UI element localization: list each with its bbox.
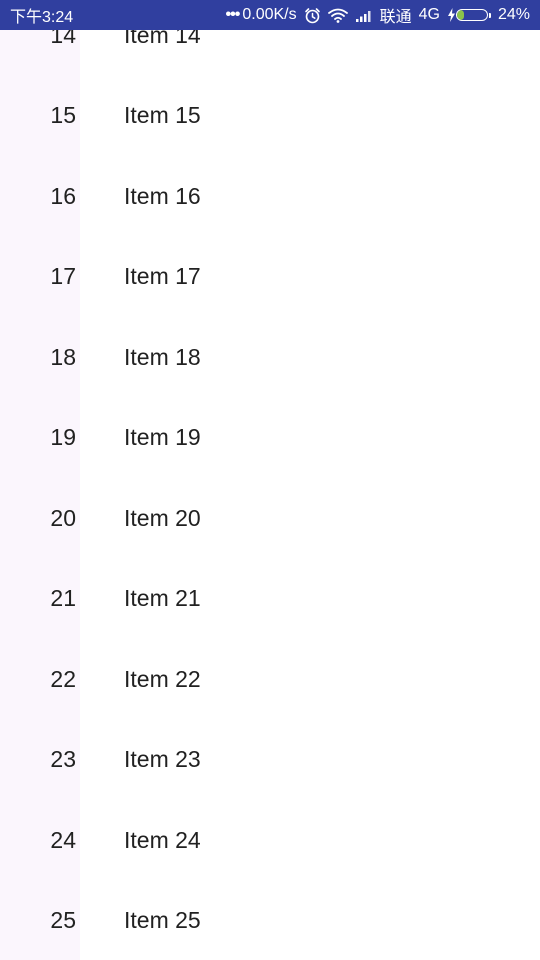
list-item-label: Item 24 (124, 826, 201, 853)
list-item-number: 18 (50, 343, 76, 370)
list-item-label: Item 16 (124, 182, 201, 209)
list-item[interactable]: 20 Item 20 (0, 478, 540, 559)
battery-indicator (447, 8, 491, 22)
list-item[interactable]: 19 Item 19 (0, 398, 540, 479)
list-item[interactable]: 21 Item 21 (0, 559, 540, 640)
list-item-label: Item 21 (124, 585, 201, 612)
list-item-number: 23 (50, 746, 76, 773)
list-item-number: 20 (50, 504, 76, 531)
signal-bars-icon (355, 9, 373, 22)
list-item[interactable]: 16 Item 16 (0, 156, 540, 237)
list-item-number: 19 (50, 424, 76, 451)
battery-icon (455, 9, 488, 21)
list-item[interactable]: 23 Item 23 (0, 720, 540, 801)
status-bar: 下午3:24 ••• 0.00K/s 联通 4G 24% (0, 0, 540, 30)
list-item-label: Item 23 (124, 746, 201, 773)
net-speed: 0.00K/s (242, 6, 297, 23)
list-item[interactable]: 24 Item 24 (0, 800, 540, 881)
list-item-label: Item 17 (124, 263, 201, 290)
list-item-label: Item 18 (124, 343, 201, 370)
notification-dots: ••• (225, 6, 241, 23)
list-item-label: Item 25 (124, 907, 201, 934)
list-item-number: 17 (50, 263, 76, 290)
wifi-icon (327, 8, 348, 23)
list-item-label: Item 20 (124, 504, 201, 531)
item-list[interactable]: 14 Item 14 15 Item 15 16 Item 16 17 Item 17 18 It… (0, 0, 540, 960)
list-item-number: 16 (50, 182, 76, 209)
list-item[interactable]: 17 Item 17 (0, 237, 540, 318)
charging-bolt-icon (447, 8, 456, 22)
battery-fill (456, 10, 465, 20)
list-item[interactable]: 25 Item 25 (0, 881, 540, 960)
list-item-number: 15 (50, 102, 76, 129)
list-item-label: Item 22 (124, 665, 201, 692)
status-right: ••• 0.00K/s 联通 4G 24% (226, 3, 530, 27)
list-item[interactable]: 15 Item 15 (0, 76, 540, 157)
list-item-number: 25 (50, 907, 76, 934)
carrier-name: 联通 (379, 9, 412, 26)
alarm-clock-icon (304, 7, 321, 24)
list-item-number: 24 (50, 826, 76, 853)
list-item[interactable]: 18 Item 18 (0, 317, 540, 398)
status-left: 下午3:24 (10, 3, 73, 27)
battery-tip (488, 12, 491, 18)
list-item-label: Item 15 (124, 102, 201, 129)
list-item-label: Item 19 (124, 424, 201, 451)
list-item[interactable]: 22 Item 22 (0, 639, 540, 720)
list-item-number: 21 (50, 585, 76, 612)
list-item-number: 22 (50, 665, 76, 692)
status-time: 下午3:24 (10, 9, 74, 26)
screen: 下午3:24 ••• 0.00K/s 联通 4G 24% 14 Item 14 … (0, 0, 540, 960)
battery-percent: 24% (497, 6, 530, 23)
network-type: 4G (418, 6, 440, 23)
